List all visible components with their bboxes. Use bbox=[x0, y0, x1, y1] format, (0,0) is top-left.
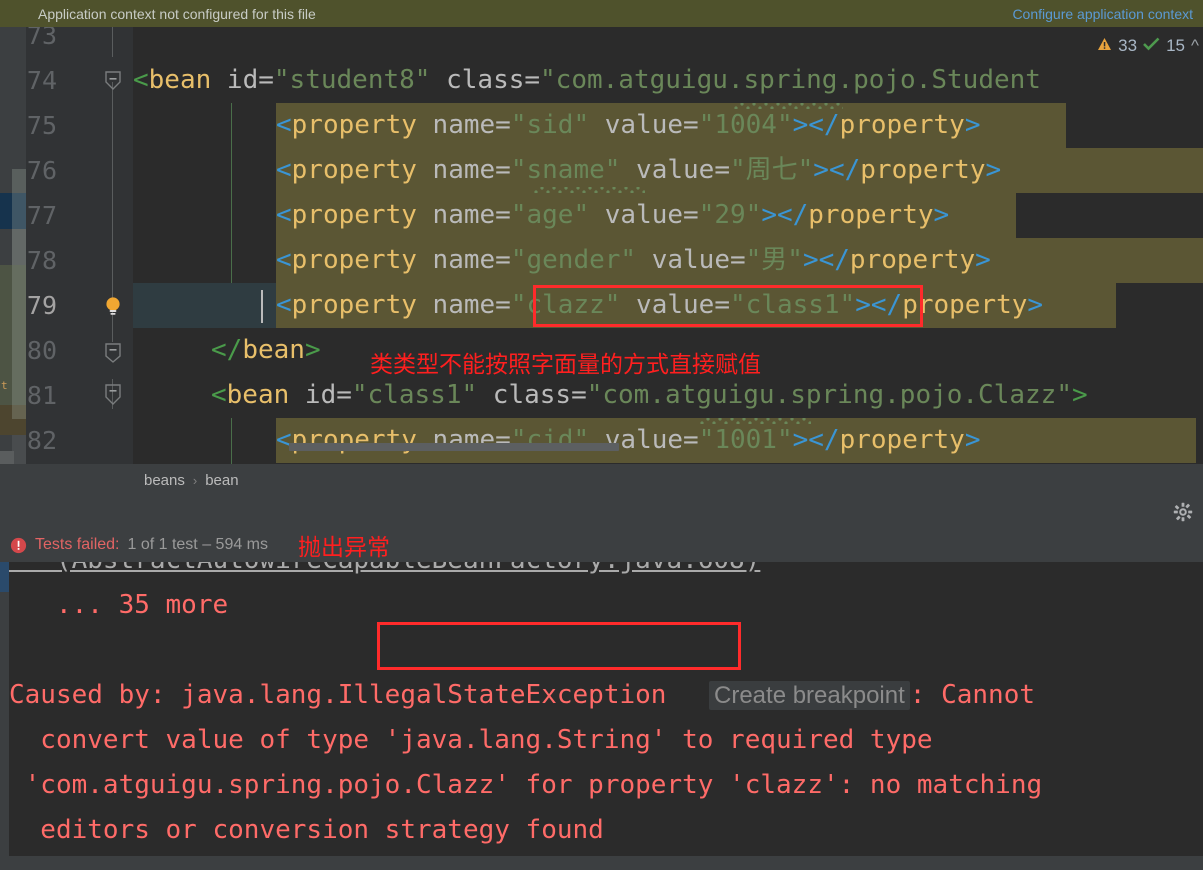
check-count: 15 bbox=[1166, 36, 1186, 55]
create-breakpoint-hint[interactable]: Create breakpoint bbox=[709, 681, 910, 710]
code-line-79[interactable]: <property name="clazz" value="class1"></… bbox=[133, 283, 1203, 328]
code-line-82[interactable]: <property name="cid" value="1001"></prop… bbox=[133, 418, 1203, 463]
lightbulb-icon[interactable] bbox=[100, 283, 126, 328]
line-number: 81 bbox=[26, 381, 57, 410]
stacktrace-link[interactable]: (AbstractAutowireCapableBeanFactory.java… bbox=[9, 562, 760, 575]
warning-triangle-icon bbox=[1097, 36, 1112, 56]
line-number: 75 bbox=[26, 111, 57, 140]
line-number: 80 bbox=[26, 336, 57, 365]
error-circle-icon bbox=[10, 537, 27, 554]
line-number: 76 bbox=[26, 156, 57, 185]
editor-horizontal-scrollbar[interactable] bbox=[289, 443, 619, 451]
warning-count: 33 bbox=[1118, 36, 1138, 55]
configure-application-context-link[interactable]: Configure application context bbox=[1012, 6, 1193, 22]
console-marker bbox=[0, 562, 9, 592]
application-context-banner: Application context not configured for t… bbox=[0, 0, 1203, 27]
line-number: 77 bbox=[26, 201, 57, 230]
line-number: 73 bbox=[26, 27, 57, 50]
line-number-current: 79 bbox=[26, 291, 57, 320]
caused-by-text: Caused by: java.lang.IllegalStateExcepti… bbox=[9, 680, 667, 710]
code-line-75[interactable]: <property name="sid" value="1004"></prop… bbox=[133, 103, 1203, 148]
test-result-detail: 1 of 1 test – 594 ms bbox=[127, 536, 269, 553]
code-editor[interactable]: t 73 74 75 76 77 78 79 80 81 82 <bean id… bbox=[0, 27, 1203, 464]
chinese-note-exception: 抛出异常 bbox=[298, 535, 391, 561]
code-line-74[interactable]: <bean id="student8" class="com.atguigu.s… bbox=[133, 58, 1203, 103]
code-line-78[interactable]: <property name="gender" value="男"></prop… bbox=[133, 238, 1203, 283]
console-line-6[interactable]: editors or conversion strategy found bbox=[9, 808, 1203, 853]
code-line-77[interactable]: <property name="age" value="29"></proper… bbox=[133, 193, 1203, 238]
code-text-area[interactable]: <bean id="student8" class="com.atguigu.s… bbox=[133, 27, 1203, 464]
line-number: 78 bbox=[26, 246, 57, 275]
run-test-panel: Tests failed: 1 of 1 test – 594 ms 抛出异常 … bbox=[0, 496, 1203, 870]
green-check-icon bbox=[1143, 36, 1160, 56]
breadcrumb[interactable]: beans › bean bbox=[144, 464, 239, 496]
console-line-3-tail[interactable]: Create breakpoint: Cannot bbox=[709, 673, 1203, 718]
breadcrumb-item-bean[interactable]: bean bbox=[205, 472, 238, 489]
console-line-2[interactable]: ... 35 more bbox=[9, 583, 1203, 628]
inspection-widget[interactable]: 33 15 ^ bbox=[1097, 32, 1199, 60]
chevron-right-icon: › bbox=[192, 472, 198, 488]
breadcrumb-item-beans[interactable]: beans bbox=[144, 472, 185, 489]
chevron-up-icon[interactable]: ^ bbox=[1191, 36, 1199, 56]
console-line-5[interactable]: 'com.atguigu.spring.pojo.Clazz' for prop… bbox=[9, 763, 1203, 808]
console-output[interactable]: (AbstractAutowireCapableBeanFactory.java… bbox=[0, 562, 1203, 856]
line-number: 74 bbox=[26, 66, 57, 95]
console-left-strip bbox=[0, 562, 9, 856]
editor-gutter[interactable]: 73 74 75 76 77 78 79 80 81 82 bbox=[26, 27, 133, 464]
code-line-76[interactable]: <property name="sname" value="周七"></prop… bbox=[133, 148, 1203, 193]
line-number: 82 bbox=[26, 426, 57, 455]
code-line-73[interactable] bbox=[133, 27, 1203, 58]
panel-toolbar bbox=[0, 496, 1203, 528]
fold-marker-collapse[interactable] bbox=[102, 328, 124, 373]
breadcrumb-bar: beans › bean bbox=[0, 464, 1203, 496]
console-line-7[interactable]: at org.springframework.beans.TypeConvert… bbox=[9, 853, 1203, 856]
chinese-note-literal: 类类型不能按照字面量的方式直接赋值 bbox=[370, 352, 761, 378]
ide-window: Application context not configured for t… bbox=[0, 0, 1203, 870]
gear-icon[interactable] bbox=[1173, 502, 1193, 522]
fold-guide bbox=[112, 27, 113, 57]
console-line-1[interactable]: (AbstractAutowireCapableBeanFactory.java… bbox=[9, 562, 1203, 583]
test-status-bar: Tests failed: 1 of 1 test – 594 ms 抛出异常 bbox=[0, 528, 1203, 562]
test-failed-label: Tests failed: bbox=[35, 536, 120, 553]
breadcrumb-left-strip bbox=[0, 464, 26, 496]
cannot-tail: : Cannot bbox=[909, 680, 1036, 710]
banner-message: Application context not configured for t… bbox=[38, 5, 316, 22]
code-line-81[interactable]: <bean id="class1" class="com.atguigu.spr… bbox=[133, 373, 1203, 418]
console-line-4[interactable]: convert value of type 'java.lang.String'… bbox=[9, 718, 1203, 763]
fold-marker-collapse[interactable] bbox=[102, 58, 124, 103]
fold-marker-collapse[interactable] bbox=[102, 373, 124, 418]
illegalstateexception-redbox bbox=[377, 622, 741, 670]
